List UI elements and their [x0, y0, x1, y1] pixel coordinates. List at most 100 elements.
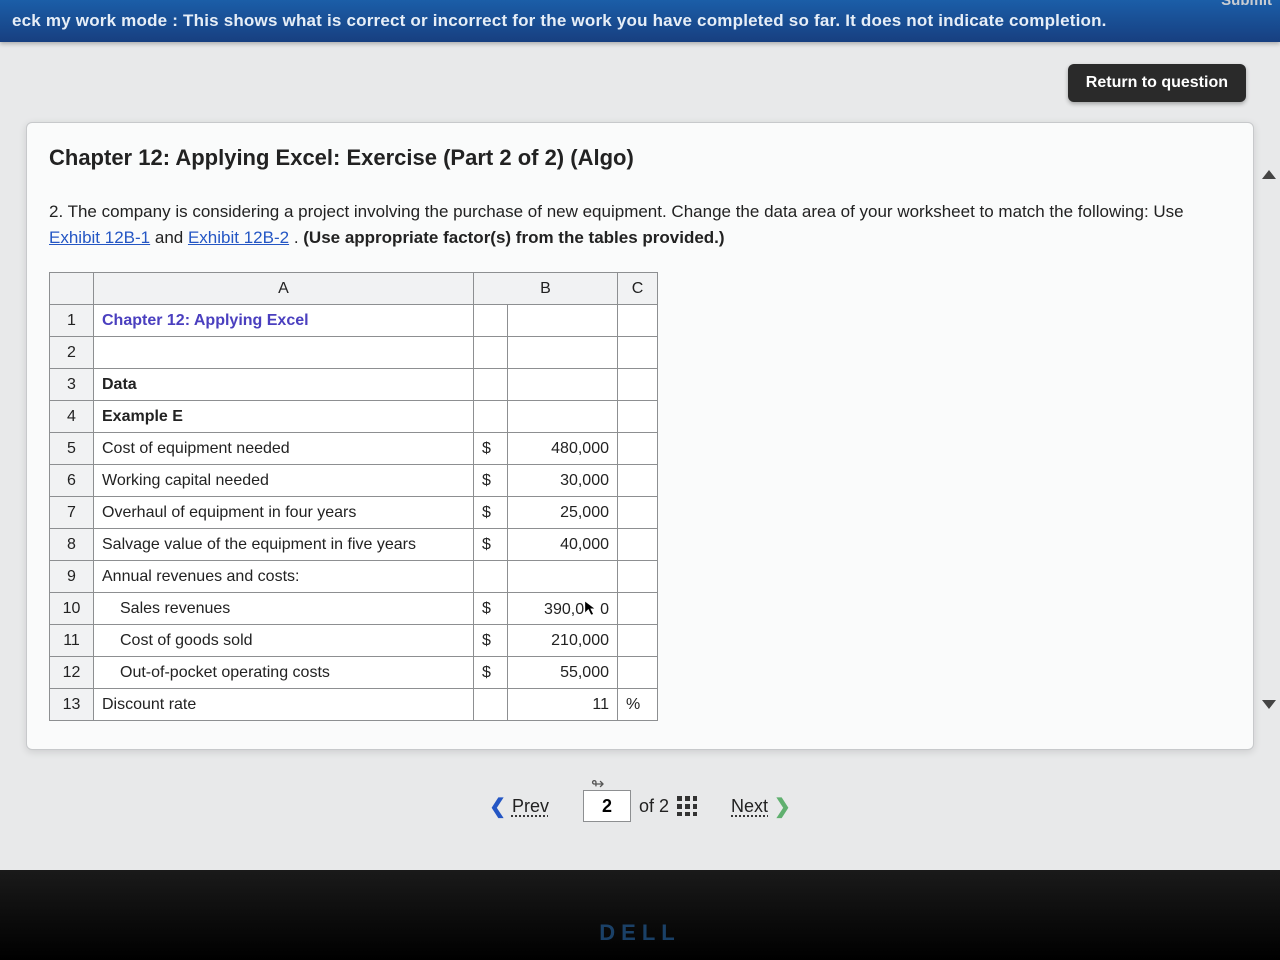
- row-number: 12: [50, 657, 94, 689]
- cell-A[interactable]: Out-of-pocket operating costs: [94, 657, 474, 689]
- cell-A[interactable]: Annual revenues and costs:: [94, 561, 474, 593]
- question-period: .: [294, 228, 303, 247]
- pagination-nav: ❮ Prev ↬ of 2 Next ❯: [0, 790, 1280, 822]
- cell-A[interactable]: Working capital needed: [94, 465, 474, 497]
- table-row: 9Annual revenues and costs:: [50, 561, 658, 593]
- device-bezel: DELL: [0, 870, 1280, 960]
- cell-C[interactable]: [618, 657, 658, 689]
- cell-C[interactable]: [618, 497, 658, 529]
- cell-B[interactable]: 480,000: [508, 433, 618, 465]
- currency-symbol: $: [474, 433, 508, 465]
- col-header-B: B: [474, 273, 618, 305]
- cell-C[interactable]: [618, 337, 658, 369]
- row-number: 6: [50, 465, 94, 497]
- cell-B[interactable]: 40,000: [508, 529, 618, 561]
- cell-C[interactable]: [618, 593, 658, 625]
- page-number-input[interactable]: [583, 790, 631, 822]
- cell-B[interactable]: [508, 401, 618, 433]
- question-card: Chapter 12: Applying Excel: Exercise (Pa…: [26, 122, 1254, 750]
- currency-symbol: $: [474, 465, 508, 497]
- cell-A[interactable]: Sales revenues: [94, 593, 474, 625]
- cell-B[interactable]: 25,000: [508, 497, 618, 529]
- cell-A[interactable]: Salvage value of the equipment in five y…: [94, 529, 474, 561]
- cell-A[interactable]: Example E: [94, 401, 474, 433]
- table-row: 2: [50, 337, 658, 369]
- currency-symbol: [474, 689, 508, 721]
- linked-icon: ↬: [591, 774, 604, 794]
- row-number: 11: [50, 625, 94, 657]
- cell-C[interactable]: [618, 369, 658, 401]
- currency-symbol: [474, 337, 508, 369]
- cell-C[interactable]: [618, 561, 658, 593]
- cell-A[interactable]: Data: [94, 369, 474, 401]
- corner-cell: [50, 273, 94, 305]
- next-button[interactable]: Next ❯: [731, 794, 791, 819]
- cell-C[interactable]: [618, 529, 658, 561]
- col-header-C: C: [618, 273, 658, 305]
- cell-B[interactable]: [508, 337, 618, 369]
- scroll-down-caret[interactable]: [1262, 700, 1276, 709]
- return-to-question-button[interactable]: Return to question: [1068, 64, 1246, 102]
- currency-symbol: $: [474, 657, 508, 689]
- grid-icon[interactable]: [677, 796, 697, 816]
- table-row: 12Out-of-pocket operating costs$55,000: [50, 657, 658, 689]
- cell-A[interactable]: Cost of goods sold: [94, 625, 474, 657]
- table-row: 13Discount rate 11%: [50, 689, 658, 721]
- currency-symbol: [474, 305, 508, 337]
- currency-symbol: $: [474, 593, 508, 625]
- cell-C[interactable]: %: [618, 689, 658, 721]
- question-lead: 2. The company is considering a project …: [49, 202, 1184, 221]
- cell-B[interactable]: 55,000: [508, 657, 618, 689]
- row-number: 1: [50, 305, 94, 337]
- cell-C[interactable]: [618, 465, 658, 497]
- cell-B[interactable]: [508, 369, 618, 401]
- cell-B[interactable]: 30,000: [508, 465, 618, 497]
- link-exhibit-12b-2[interactable]: Exhibit 12B-2: [188, 228, 289, 247]
- cell-A[interactable]: Overhaul of equipment in four years: [94, 497, 474, 529]
- cell-B[interactable]: 210,000: [508, 625, 618, 657]
- table-row: 6Working capital needed$30,000: [50, 465, 658, 497]
- prev-button[interactable]: ❮ Prev: [489, 794, 549, 819]
- question-bold: (Use appropriate factor(s) from the tabl…: [303, 228, 724, 247]
- cell-C[interactable]: [618, 433, 658, 465]
- cell-C[interactable]: [618, 401, 658, 433]
- cell-A[interactable]: Discount rate: [94, 689, 474, 721]
- cell-A[interactable]: Cost of equipment needed: [94, 433, 474, 465]
- table-row: 1Chapter 12: Applying Excel: [50, 305, 658, 337]
- row-number: 3: [50, 369, 94, 401]
- brand-logo: DELL: [599, 920, 680, 946]
- cell-B[interactable]: 390,00: [508, 593, 618, 625]
- page-of-text: of 2: [639, 796, 669, 817]
- page-title: Chapter 12: Applying Excel: Exercise (Pa…: [49, 145, 1231, 171]
- currency-symbol: $: [474, 497, 508, 529]
- spreadsheet-table: A B C 1Chapter 12: Applying Excel23Data4…: [49, 272, 658, 721]
- cell-A[interactable]: [94, 337, 474, 369]
- table-row: 7Overhaul of equipment in four years$25,…: [50, 497, 658, 529]
- row-number: 13: [50, 689, 94, 721]
- table-row: 10Sales revenues$390,00: [50, 593, 658, 625]
- link-exhibit-12b-1[interactable]: Exhibit 12B-1: [49, 228, 150, 247]
- table-row: 11Cost of goods sold$210,000: [50, 625, 658, 657]
- currency-symbol: $: [474, 625, 508, 657]
- table-row: 5Cost of equipment needed$480,000: [50, 433, 658, 465]
- next-label: Next: [731, 796, 768, 817]
- currency-symbol: $: [474, 529, 508, 561]
- cell-B[interactable]: 11: [508, 689, 618, 721]
- check-work-banner: eck my work mode : This shows what is co…: [0, 0, 1280, 42]
- currency-symbol: [474, 561, 508, 593]
- submit-fragment: Submit: [1221, 0, 1272, 9]
- currency-symbol: [474, 369, 508, 401]
- cell-A[interactable]: Chapter 12: Applying Excel: [94, 305, 474, 337]
- cell-B[interactable]: [508, 561, 618, 593]
- cursor-icon: [582, 599, 600, 617]
- scroll-up-caret[interactable]: [1262, 170, 1276, 179]
- question-mid: and: [155, 228, 188, 247]
- table-row: 3Data: [50, 369, 658, 401]
- cell-B[interactable]: [508, 305, 618, 337]
- cell-C[interactable]: [618, 625, 658, 657]
- row-number: 9: [50, 561, 94, 593]
- row-number: 4: [50, 401, 94, 433]
- table-row: 4Example E: [50, 401, 658, 433]
- cell-C[interactable]: [618, 305, 658, 337]
- page-indicator: ↬ of 2: [583, 790, 697, 822]
